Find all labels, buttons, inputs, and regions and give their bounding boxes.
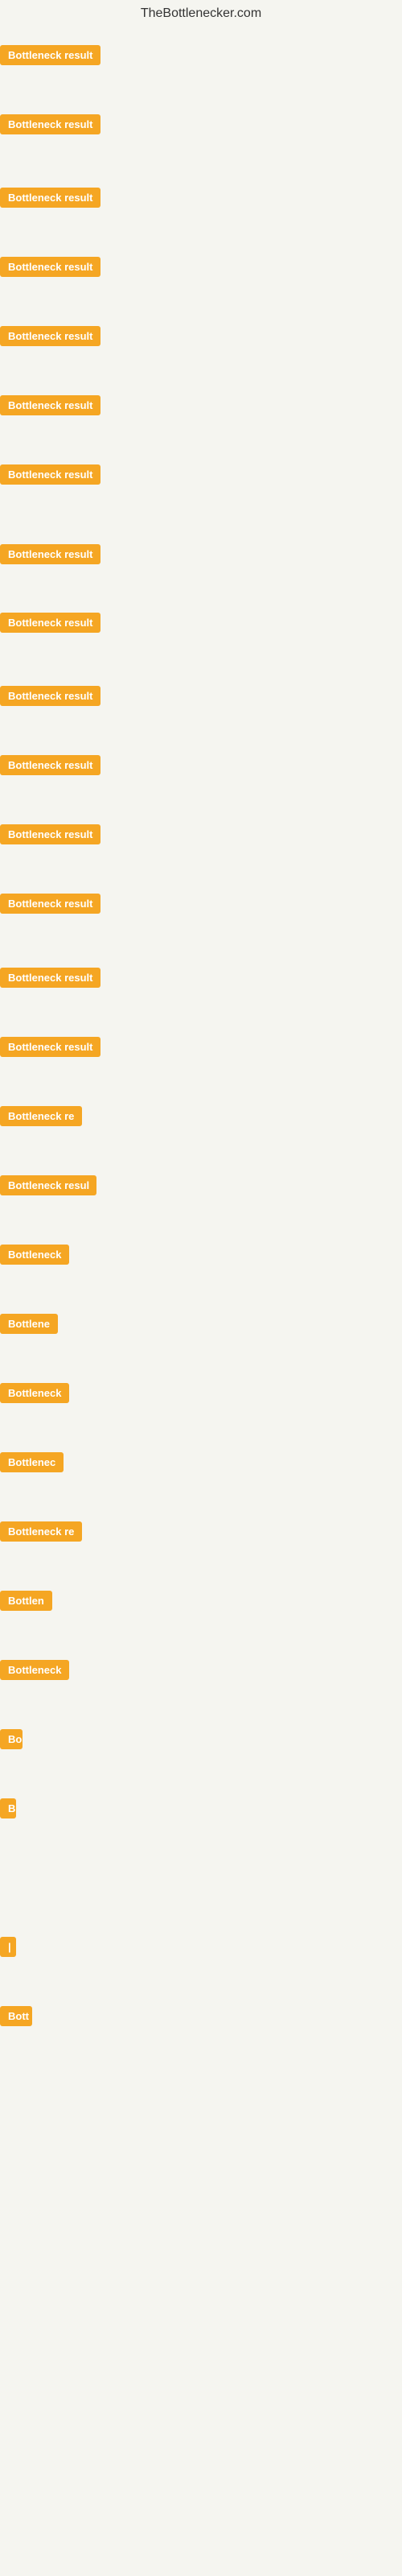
bottleneck-badge-11[interactable]: Bottleneck result [0, 755, 100, 775]
bottleneck-badge-4[interactable]: Bottleneck result [0, 257, 100, 277]
bottleneck-row-13: Bottleneck result [0, 894, 100, 918]
bottleneck-badge-22[interactable]: Bottleneck re [0, 1521, 82, 1542]
bottleneck-badge-21[interactable]: Bottlenec [0, 1452, 64, 1472]
bottleneck-badge-23[interactable]: Bottlen [0, 1591, 52, 1611]
bottleneck-row-1: Bottleneck result [0, 45, 100, 69]
bottleneck-row-24: Bottleneck [0, 1660, 69, 1684]
bottleneck-row-20: Bottleneck [0, 1383, 69, 1407]
bottleneck-badge-16[interactable]: Bottleneck re [0, 1106, 82, 1126]
bottleneck-row-19: Bottlene [0, 1314, 58, 1338]
bottleneck-badge-15[interactable]: Bottleneck result [0, 1037, 100, 1057]
bottleneck-row-14: Bottleneck result [0, 968, 100, 992]
bottleneck-row-26: B [0, 1798, 16, 1823]
bottleneck-badge-25[interactable]: Bo [0, 1729, 23, 1749]
bottleneck-badge-24[interactable]: Bottleneck [0, 1660, 69, 1680]
bottleneck-row-23: Bottlen [0, 1591, 52, 1615]
bottleneck-badge-9[interactable]: Bottleneck result [0, 613, 100, 633]
bottleneck-badge-10[interactable]: Bottleneck result [0, 686, 100, 706]
bottleneck-badge-12[interactable]: Bottleneck result [0, 824, 100, 844]
bottleneck-row-22: Bottleneck re [0, 1521, 82, 1546]
bottleneck-row-6: Bottleneck result [0, 395, 100, 419]
bottleneck-badge-17[interactable]: Bottleneck resul [0, 1175, 96, 1195]
bottleneck-row-25: Bo [0, 1729, 23, 1753]
bottleneck-row-28: Bott [0, 2006, 32, 2030]
bottleneck-row-2: Bottleneck result [0, 114, 100, 138]
bottleneck-row-27: | [0, 1937, 16, 1961]
bottleneck-row-9: Bottleneck result [0, 613, 100, 637]
bottleneck-row-18: Bottleneck [0, 1245, 69, 1269]
bottleneck-badge-6[interactable]: Bottleneck result [0, 395, 100, 415]
bottleneck-badge-19[interactable]: Bottlene [0, 1314, 58, 1334]
bottleneck-badge-18[interactable]: Bottleneck [0, 1245, 69, 1265]
bottleneck-row-5: Bottleneck result [0, 326, 100, 350]
bottleneck-row-21: Bottlenec [0, 1452, 64, 1476]
bottleneck-row-11: Bottleneck result [0, 755, 100, 779]
bottleneck-badge-13[interactable]: Bottleneck result [0, 894, 100, 914]
bottleneck-badge-5[interactable]: Bottleneck result [0, 326, 100, 346]
bottleneck-row-8: Bottleneck result [0, 544, 100, 568]
bottleneck-badge-27[interactable]: | [0, 1937, 16, 1957]
bottleneck-badge-20[interactable]: Bottleneck [0, 1383, 69, 1403]
site-title: TheBottlenecker.com [0, 0, 402, 27]
bottleneck-badge-2[interactable]: Bottleneck result [0, 114, 100, 134]
bottleneck-row-3: Bottleneck result [0, 188, 100, 212]
bottleneck-badge-8[interactable]: Bottleneck result [0, 544, 100, 564]
bottleneck-row-7: Bottleneck result [0, 464, 100, 489]
bottleneck-row-15: Bottleneck result [0, 1037, 100, 1061]
bottleneck-row-17: Bottleneck resul [0, 1175, 96, 1199]
bottleneck-badge-14[interactable]: Bottleneck result [0, 968, 100, 988]
bottleneck-row-4: Bottleneck result [0, 257, 100, 281]
bottleneck-row-16: Bottleneck re [0, 1106, 82, 1130]
bottleneck-badge-7[interactable]: Bottleneck result [0, 464, 100, 485]
bottleneck-badge-1[interactable]: Bottleneck result [0, 45, 100, 65]
bottleneck-row-12: Bottleneck result [0, 824, 100, 848]
bottleneck-row-10: Bottleneck result [0, 686, 100, 710]
bottleneck-badge-26[interactable]: B [0, 1798, 16, 1818]
bottleneck-badge-3[interactable]: Bottleneck result [0, 188, 100, 208]
bottleneck-badge-28[interactable]: Bott [0, 2006, 32, 2026]
